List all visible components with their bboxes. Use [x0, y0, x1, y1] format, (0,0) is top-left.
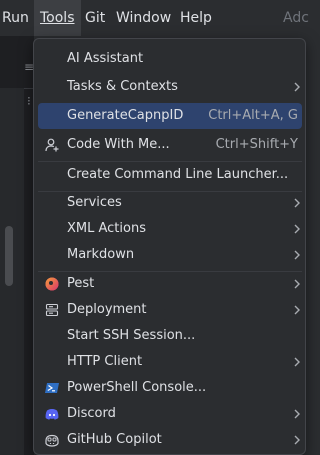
menu-window[interactable]: Window [116, 0, 171, 36]
menu-tools-label: Tools [40, 10, 75, 26]
menu-help-label: Help [180, 10, 212, 26]
menu-item-deployment[interactable]: Deployment [38, 297, 302, 323]
menu-item-label: Code With Me... [67, 137, 170, 152]
menu-item-code-with-me[interactable]: Code With Me... Ctrl+Shift+Y [38, 132, 302, 158]
menu-item-label: GenerateCapnpID [67, 108, 184, 123]
menu-git[interactable]: Git [85, 0, 105, 36]
menu-run-label: Run [2, 10, 29, 26]
menu-item-label: Pest [67, 276, 95, 291]
menu-item-label: Create Command Line Launcher... [67, 167, 289, 182]
menu-item-label: XML Actions [67, 221, 146, 236]
discord-icon [45, 409, 59, 420]
background-scrollbar[interactable] [5, 226, 13, 286]
menu-item-xml-actions[interactable]: XML Actions [38, 216, 302, 242]
powershell-icon [45, 383, 59, 393]
menu-item-label: Discord [67, 406, 116, 421]
menu-item-label: AI Assistant [67, 51, 144, 66]
menu-run[interactable]: Run [2, 0, 29, 36]
copilot-icon [45, 434, 59, 447]
menu-overflow[interactable]: Adc [283, 0, 309, 36]
menu-item-powershell-console[interactable]: PowerShell Console... [38, 375, 302, 401]
menu-help[interactable]: Help [180, 0, 212, 36]
menu-item-generate-capnp-id[interactable]: GenerateCapnpID Ctrl+Alt+A, G [38, 103, 302, 129]
menu-item-label: Tasks & Contexts [67, 79, 178, 94]
menu-item-label: Start SSH Session... [67, 328, 196, 343]
menu-item-github-copilot[interactable]: GitHub Copilot [38, 427, 302, 453]
deployment-icon [45, 303, 59, 317]
chevron-right-icon [294, 82, 300, 92]
menu-overflow-label: Adc [283, 10, 309, 26]
menu-item-tasks-contexts[interactable]: Tasks & Contexts [38, 74, 302, 100]
menu-item-discord[interactable]: Discord [38, 401, 302, 427]
chevron-right-icon [294, 279, 300, 289]
menu-item-label: PowerShell Console... [67, 380, 207, 395]
menu-item-create-cli-launcher[interactable]: Create Command Line Launcher... [38, 162, 302, 188]
menu-item-label: HTTP Client [67, 354, 143, 369]
menu-item-shortcut: Ctrl+Alt+A, G [208, 108, 298, 123]
menu-item-ai-assistant[interactable]: AI Assistant [38, 46, 302, 72]
menu-item-markdown[interactable]: Markdown [38, 242, 302, 268]
chevron-right-icon [294, 250, 300, 260]
chevron-right-icon [294, 409, 300, 419]
person-add-icon [45, 138, 59, 152]
main-menubar: Run Tools Git Window Help Adc [0, 0, 309, 36]
menu-git-label: Git [85, 10, 106, 26]
menu-window-label: Window [116, 10, 172, 26]
tools-dropdown-menu: AI Assistant Tasks & Contexts GenerateCa… [33, 38, 306, 455]
menu-item-label: Deployment [67, 302, 147, 317]
menu-item-start-ssh-session[interactable]: Start SSH Session... [38, 323, 302, 349]
background-editor: ≡ ⁝ [0, 36, 34, 455]
chevron-right-icon [294, 198, 300, 208]
tree-icon: ⁝ [27, 94, 31, 108]
chevron-right-icon [294, 357, 300, 367]
menu-item-services[interactable]: Services [38, 190, 302, 216]
menu-tools[interactable]: Tools [34, 0, 81, 36]
menu-item-shortcut: Ctrl+Shift+Y [215, 137, 298, 152]
menu-item-pest[interactable]: Pest [38, 271, 302, 297]
menu-item-label: Services [67, 195, 122, 210]
menu-item-label: GitHub Copilot [67, 432, 162, 447]
menu-item-http-client[interactable]: HTTP Client [38, 349, 302, 375]
pest-icon [45, 277, 59, 291]
chevron-right-icon [294, 224, 300, 234]
chevron-right-icon [294, 435, 300, 445]
chevron-right-icon [294, 305, 300, 315]
menu-item-label: Markdown [67, 247, 135, 262]
